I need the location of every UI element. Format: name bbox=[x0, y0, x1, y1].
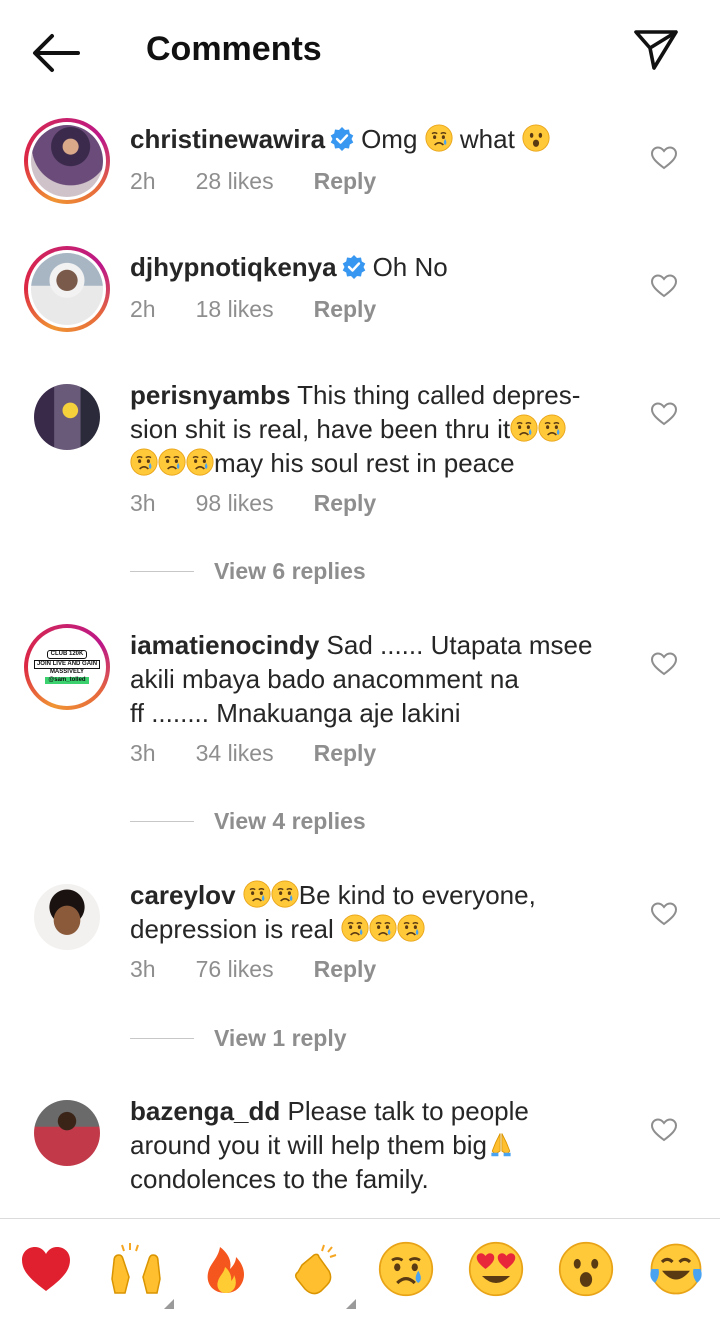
comment-body: ff ........ Mnakuanga aje lakini bbox=[130, 698, 461, 728]
comment-time: 2h bbox=[130, 296, 156, 322]
crying-face-icon bbox=[397, 914, 425, 942]
comment-body: Be kind to everyone, bbox=[298, 880, 536, 910]
send-direct-icon[interactable] bbox=[632, 28, 680, 72]
like-heart-icon[interactable] bbox=[650, 901, 678, 927]
crying-face-icon bbox=[369, 914, 397, 942]
astonished-face-icon[interactable] bbox=[558, 1241, 614, 1297]
like-heart-icon[interactable] bbox=[650, 273, 678, 299]
astonished-face-icon bbox=[522, 124, 550, 152]
view-replies-button[interactable]: View 6 replies bbox=[130, 558, 366, 585]
verified-badge-icon bbox=[329, 126, 355, 152]
like-heart-icon[interactable] bbox=[650, 651, 678, 677]
comment-meta: 2h 28 likes Reply bbox=[130, 168, 416, 195]
comment-body: Please talk to people bbox=[287, 1096, 529, 1126]
comment-body: condolences to the family. bbox=[130, 1164, 429, 1194]
crying-face-icon bbox=[186, 448, 214, 476]
comment-likes[interactable]: 98 likes bbox=[196, 490, 274, 516]
username[interactable]: careylov bbox=[130, 880, 236, 910]
comment-text: djhypnotiqkenya Oh No bbox=[130, 250, 620, 284]
view-replies-button[interactable]: View 1 reply bbox=[130, 1025, 347, 1052]
like-heart-icon[interactable] bbox=[650, 145, 678, 171]
comment-likes[interactable]: 18 likes bbox=[196, 296, 274, 322]
replies-divider bbox=[130, 1038, 194, 1039]
comment-time: 3h bbox=[130, 490, 156, 516]
comment-text: iamatienocindy Sad ...... Utapata msee a… bbox=[130, 628, 620, 730]
like-heart-icon[interactable] bbox=[650, 1117, 678, 1143]
comment-body-end: what bbox=[459, 124, 515, 154]
raising-hands-icon[interactable] bbox=[108, 1241, 174, 1309]
reply-button[interactable]: Reply bbox=[314, 956, 377, 982]
comment-body: akili mbaya bado anacomment na bbox=[130, 664, 519, 694]
comment-body: Oh No bbox=[372, 252, 448, 282]
crying-face-icon bbox=[243, 880, 271, 908]
page-title: Comments bbox=[146, 30, 322, 68]
replies-divider bbox=[130, 821, 194, 822]
comment-time: 2h bbox=[130, 168, 156, 194]
avatar-promo-graphic: CLUB 120K JOIN LIVE AND GAIN MASSIVELY @… bbox=[31, 631, 103, 703]
view-replies-label: View 1 reply bbox=[214, 1025, 347, 1051]
skin-tone-indicator bbox=[346, 1299, 356, 1309]
clapping-hands-icon[interactable] bbox=[290, 1241, 356, 1309]
avatar[interactable] bbox=[24, 118, 110, 204]
crying-face-icon bbox=[510, 414, 538, 442]
avatar[interactable] bbox=[24, 374, 110, 460]
crying-face-icon bbox=[130, 448, 158, 476]
comment-meta: 2h 18 likes Reply bbox=[130, 296, 416, 323]
quick-reactions-bar bbox=[0, 1218, 720, 1321]
comment-body: Sad ...... Utapata msee bbox=[326, 630, 593, 660]
comment-likes[interactable]: 76 likes bbox=[196, 956, 274, 982]
folded-hands-icon bbox=[487, 1130, 515, 1158]
comment-meta: 3h 98 likes Reply bbox=[130, 490, 416, 517]
view-replies-button[interactable]: View 4 replies bbox=[130, 808, 366, 835]
comment-meta: 3h 34 likes Reply bbox=[130, 740, 416, 767]
comment-text: christinewawira Omg what bbox=[130, 122, 620, 156]
comment-body: This thing called depres- bbox=[297, 380, 581, 410]
crying-face-icon bbox=[425, 124, 453, 152]
crying-face-icon bbox=[271, 880, 299, 908]
comment-meta: 3h 76 likes Reply bbox=[130, 956, 416, 983]
reply-button[interactable]: Reply bbox=[314, 740, 377, 766]
view-replies-label: View 6 replies bbox=[214, 558, 366, 584]
comment-body: depression is real bbox=[130, 914, 334, 944]
comment-body: may his soul rest in peace bbox=[214, 448, 515, 478]
replies-divider bbox=[130, 571, 194, 572]
back-arrow-icon[interactable] bbox=[30, 30, 82, 76]
skin-tone-indicator bbox=[164, 1299, 174, 1309]
comment-body: Omg bbox=[361, 124, 418, 154]
verified-badge-icon bbox=[341, 254, 367, 280]
avatar[interactable] bbox=[24, 246, 110, 332]
tears-of-joy-face-icon[interactable] bbox=[648, 1241, 704, 1297]
comment-body: sion shit is real, have been thru it bbox=[130, 414, 511, 444]
username[interactable]: djhypnotiqkenya bbox=[130, 252, 337, 282]
username[interactable]: perisnyambs bbox=[130, 380, 290, 410]
comment-body: around you it will help them big bbox=[130, 1130, 487, 1160]
red-heart-icon[interactable] bbox=[18, 1241, 74, 1297]
avatar[interactable]: CLUB 120K JOIN LIVE AND GAIN MASSIVELY @… bbox=[24, 624, 110, 710]
reply-button[interactable]: Reply bbox=[314, 490, 377, 516]
comment-text: bazenga_dd Please talk to people around … bbox=[130, 1094, 620, 1196]
username[interactable]: bazenga_dd bbox=[130, 1096, 280, 1126]
comment-time: 3h bbox=[130, 740, 156, 766]
reply-button[interactable]: Reply bbox=[314, 168, 377, 194]
view-replies-label: View 4 replies bbox=[214, 808, 366, 834]
avatar[interactable] bbox=[24, 874, 110, 960]
comment-likes[interactable]: 34 likes bbox=[196, 740, 274, 766]
reply-button[interactable]: Reply bbox=[314, 296, 377, 322]
crying-face-icon bbox=[538, 414, 566, 442]
comment-text: perisnyambs This thing called depres- si… bbox=[130, 378, 620, 480]
avatar[interactable] bbox=[24, 1090, 110, 1176]
crying-face-icon bbox=[158, 448, 186, 476]
username[interactable]: christinewawira bbox=[130, 124, 325, 154]
like-heart-icon[interactable] bbox=[650, 401, 678, 427]
header-bar: Comments bbox=[0, 0, 720, 104]
comment-text: careylov Be kind to everyone, depression… bbox=[130, 878, 620, 946]
comment-likes[interactable]: 28 likes bbox=[196, 168, 274, 194]
heart-eyes-face-icon[interactable] bbox=[468, 1241, 524, 1297]
crying-face-icon[interactable] bbox=[378, 1241, 434, 1297]
username[interactable]: iamatienocindy bbox=[130, 630, 319, 660]
comment-time: 3h bbox=[130, 956, 156, 982]
crying-face-icon bbox=[341, 914, 369, 942]
fire-icon[interactable] bbox=[198, 1241, 254, 1297]
